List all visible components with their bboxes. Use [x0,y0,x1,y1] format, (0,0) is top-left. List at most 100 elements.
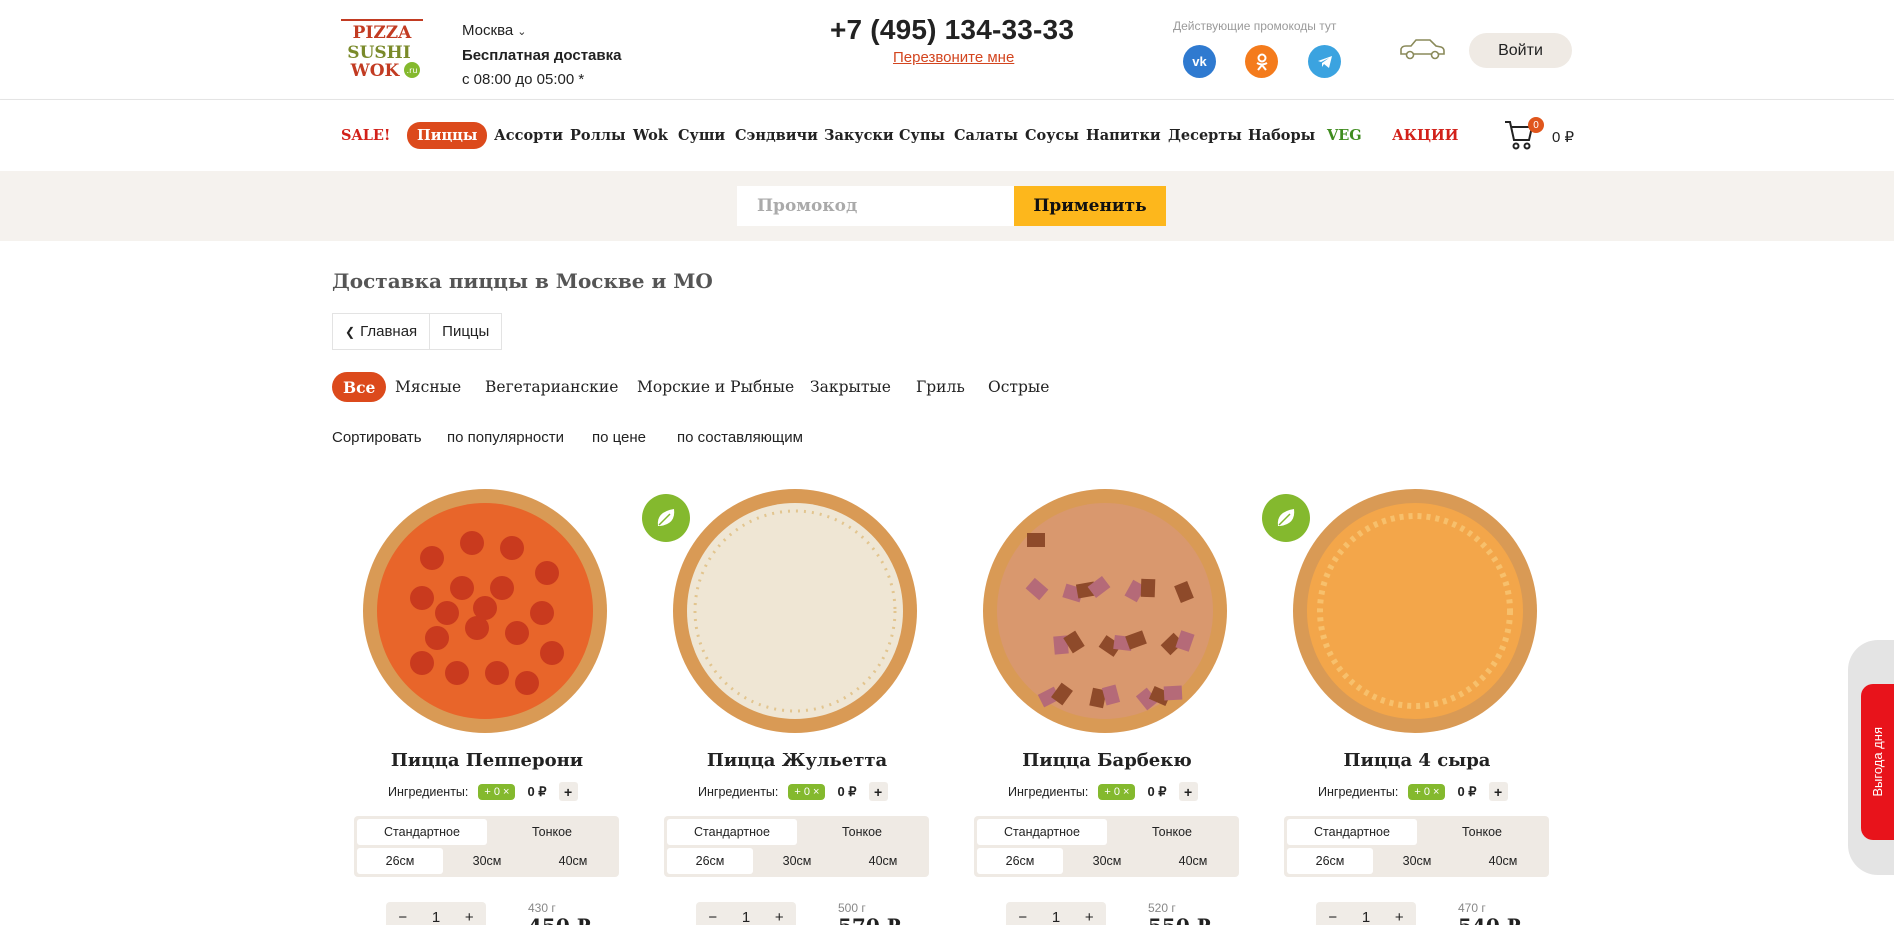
decrease-qty-button[interactable]: − [1328,909,1337,925]
sort-ingredients[interactable]: по составляющим [677,429,803,446]
size-26[interactable]: 26см [977,848,1063,874]
dough-standard[interactable]: Стандартное [667,819,797,845]
filter-closed[interactable]: Закрытые [810,372,891,402]
ingredients-pill[interactable]: + 0 × [478,783,516,800]
add-ingredient-button[interactable]: + [1488,782,1508,801]
sort-popularity[interactable]: по популярности [447,429,564,446]
breadcrumb-pizza[interactable]: Пиццы [429,314,501,349]
dough-standard[interactable]: Стандартное [357,819,487,845]
product-name[interactable]: Пицца Жульетта [642,750,952,771]
pizza-image[interactable] [672,488,918,734]
size-30[interactable]: 30см [444,848,530,874]
add-ingredient-button[interactable]: + [1178,782,1198,801]
chevron-down-icon: ⌄ [517,26,527,38]
size-30[interactable]: 30см [754,848,840,874]
nav-item-sale[interactable]: SALE! [341,123,390,148]
dough-standard[interactable]: Стандартное [1287,819,1417,845]
ok-icon[interactable] [1245,45,1278,78]
quantity-stepper: − 1 + [1006,902,1106,925]
ingredients-pill[interactable]: + 0 × [1408,783,1446,800]
size-26[interactable]: 26см [667,848,753,874]
logo[interactable]: PIZZA SUSHI WOK .ru [339,18,425,80]
size-30[interactable]: 30см [1064,848,1150,874]
dough-thin[interactable]: Тонкое [797,819,927,845]
filter-spicy[interactable]: Острые [988,372,1049,402]
nav-item-promotions[interactable]: АКЦИИ [1392,123,1458,148]
decrease-qty-button[interactable]: − [1018,909,1027,925]
filter-grill[interactable]: Гриль [916,372,965,402]
filter-all[interactable]: Все [332,372,387,402]
increase-qty-button[interactable]: + [1395,909,1404,925]
ingredients-row: Ингредиенты: + 0 × 0 ₽ + [388,782,578,801]
delivery-car-icon[interactable] [1398,36,1446,62]
pizza-image[interactable] [1292,488,1538,734]
login-button[interactable]: Войти [1469,33,1572,68]
city-label: Москва [462,22,514,39]
nav-item-snacks[interactable]: Закуски [824,123,894,148]
phone-number[interactable]: +7 (495) 134-33-33 [830,14,1074,46]
ingredients-pill[interactable]: + 0 × [788,783,826,800]
size-30[interactable]: 30см [1374,848,1460,874]
nav-item-assorti[interactable]: Ассорти [494,123,563,148]
category-nav: SALE! Пиццы Ассорти Роллы Wok Суши Сэндв… [0,100,1894,171]
nav-item-sauces[interactable]: Соусы [1025,123,1079,148]
increase-qty-button[interactable]: + [465,909,474,925]
apply-promo-button[interactable]: Применить [1014,186,1166,226]
pizza-image[interactable] [982,488,1228,734]
quantity-value: 1 [1051,908,1061,925]
cart-sum[interactable]: 0 ₽ [1552,128,1574,146]
dough-thin[interactable]: Тонкое [1107,819,1237,845]
filter-meat[interactable]: Мясные [395,372,461,402]
dough-thin[interactable]: Тонкое [487,819,617,845]
nav-item-pizza[interactable]: Пиццы [407,122,488,149]
city-selector[interactable]: Москва ⌄ [462,22,526,39]
nav-item-drinks[interactable]: Напитки [1086,123,1161,148]
site-header: PIZZA SUSHI WOK .ru Москва ⌄ Бесплатная д… [0,0,1894,100]
nav-item-salads[interactable]: Салаты [954,123,1018,148]
increase-qty-button[interactable]: + [775,909,784,925]
nav-item-desserts[interactable]: Десерты [1168,123,1242,148]
add-ingredient-button[interactable]: + [558,782,578,801]
size-40[interactable]: 40см [1150,848,1236,874]
size-26[interactable]: 26см [1287,848,1373,874]
dough-thin[interactable]: Тонкое [1417,819,1547,845]
product-card[interactable]: Пицца Барбекю Ингредиенты: + 0 × 0 ₽ + С… [952,482,1262,925]
callback-link[interactable]: Перезвоните мне [893,49,1014,66]
deal-of-day-tab[interactable]: Выгода дня [1861,684,1894,840]
size-26[interactable]: 26см [357,848,443,874]
size-40[interactable]: 40см [840,848,926,874]
pizza-image[interactable] [362,488,608,734]
product-name[interactable]: Пицца 4 сыра [1262,750,1572,771]
product-name[interactable]: Пицца Барбекю [952,750,1262,771]
increase-qty-button[interactable]: + [1085,909,1094,925]
product-card[interactable]: Пицца 4 сыра Ингредиенты: + 0 × 0 ₽ + Ст… [1262,482,1572,925]
nav-item-soups[interactable]: Супы [899,123,945,148]
nav-item-sandwiches[interactable]: Сэндвичи [735,123,818,148]
vk-icon[interactable]: vk [1183,45,1216,78]
product-card[interactable]: Пицца Пепперони Ингредиенты: + 0 × 0 ₽ +… [332,482,642,925]
telegram-icon[interactable] [1308,45,1341,78]
nav-item-sushi[interactable]: Суши [678,123,725,148]
cart-count-badge: 0 [1528,117,1544,133]
breadcrumb-home[interactable]: ❮ Главная [333,314,429,349]
size-40[interactable]: 40см [1460,848,1546,874]
size-40[interactable]: 40см [530,848,616,874]
nav-item-veg[interactable]: VEG [1327,123,1362,148]
product-card[interactable]: Пицца Жульетта Ингредиенты: + 0 × 0 ₽ + … [642,482,952,925]
promo-code-input[interactable]: Промокод [737,186,1015,226]
decrease-qty-button[interactable]: − [398,909,407,925]
nav-item-wok[interactable]: Wok [633,123,668,148]
dough-standard[interactable]: Стандартное [977,819,1107,845]
filter-vegetarian[interactable]: Вегетарианские [485,372,618,402]
sort-price[interactable]: по цене [592,429,646,446]
ingredients-label: Ингредиенты: [698,784,779,799]
promo-codes-hint[interactable]: Действующие промокоды тут [1173,19,1336,33]
nav-item-rolls[interactable]: Роллы [570,123,626,148]
product-name[interactable]: Пицца Пепперони [332,750,642,771]
nav-item-sets[interactable]: Наборы [1248,123,1315,148]
filter-seafood[interactable]: Морские и Рыбные [637,372,794,402]
add-ingredient-button[interactable]: + [868,782,888,801]
svg-text:SUSHI: SUSHI [347,43,410,63]
decrease-qty-button[interactable]: − [708,909,717,925]
ingredients-pill[interactable]: + 0 × [1098,783,1136,800]
